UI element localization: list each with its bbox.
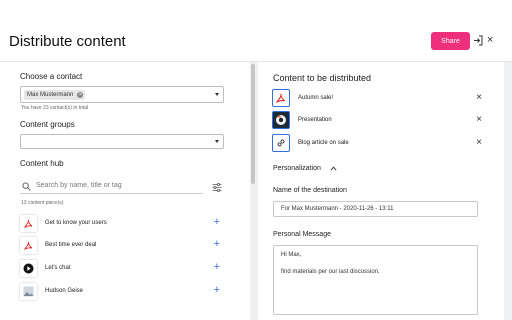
list-item-label: Blog article on sale xyxy=(298,140,349,146)
list-item-label: Get to know your users xyxy=(45,220,107,226)
header-bar: Distribute content Share × xyxy=(0,0,512,62)
chevron-down-icon xyxy=(215,92,219,96)
destination-value: For Max Mustermann - 2020-11-26 - 13:11 xyxy=(281,206,394,212)
content-count: 13 content piece(s) xyxy=(21,200,64,206)
contact-count: You have 23 contact(s) in total xyxy=(21,105,89,111)
filter-icon[interactable] xyxy=(212,183,222,192)
list-item[interactable]: Let's chat + xyxy=(20,260,226,280)
scrollbar-thumb[interactable] xyxy=(251,64,255,184)
list-item: Autumn sale! × xyxy=(272,89,482,109)
chevron-down-icon xyxy=(215,139,219,143)
list-item-label: Let's chat xyxy=(45,265,71,271)
video-icon xyxy=(20,260,37,277)
page-title: Distribute content xyxy=(9,33,126,50)
link-icon xyxy=(272,134,290,152)
message-line: Hi Max, xyxy=(281,252,302,258)
remove-icon[interactable]: × xyxy=(476,92,482,103)
remove-icon[interactable]: × xyxy=(476,114,482,125)
contact-chip-label: Max Mustermann xyxy=(27,92,74,98)
search-icon xyxy=(22,182,31,191)
personalization-label: Personalization xyxy=(273,165,321,172)
add-icon[interactable]: + xyxy=(214,261,220,273)
share-button[interactable]: Share xyxy=(431,32,470,50)
exit-icon[interactable] xyxy=(473,35,483,46)
destination-field[interactable]: For Max Mustermann - 2020-11-26 - 13:11 xyxy=(273,201,478,217)
contact-select[interactable]: Max Mustermann × xyxy=(20,86,224,103)
pdf-icon xyxy=(20,237,37,254)
list-item-label: Presentation xyxy=(298,117,332,123)
add-icon[interactable]: + xyxy=(214,238,220,250)
list-item-label: Autumn sale! xyxy=(298,95,334,101)
groups-select[interactable] xyxy=(20,134,224,149)
right-panel: Content to be distributed Autumn sale! ×… xyxy=(258,62,504,320)
remove-icon[interactable]: × xyxy=(476,137,482,148)
message-line: find materials per our last discussion. xyxy=(281,269,380,275)
image-icon xyxy=(20,283,37,300)
presentation-icon xyxy=(272,111,290,129)
groups-label: Content groups xyxy=(20,120,75,129)
list-item[interactable]: Best time ever deal + xyxy=(20,237,226,257)
search-field[interactable]: Search by name, title or tag xyxy=(20,181,203,194)
contact-label: Choose a contact xyxy=(20,72,83,81)
add-icon[interactable]: + xyxy=(214,284,220,296)
distributed-heading: Content to be distributed xyxy=(273,73,372,83)
search-input[interactable]: Search by name, title or tag xyxy=(36,182,122,189)
chip-remove-icon[interactable]: × xyxy=(77,92,84,98)
list-item-label: Best time ever deal xyxy=(45,242,97,248)
message-textarea[interactable]: Hi Max, find materials per our last disc… xyxy=(273,245,478,315)
list-item: Blog article on sale × xyxy=(272,134,482,154)
destination-label: Name of the destination xyxy=(273,187,347,194)
chevron-up-icon xyxy=(330,166,337,171)
contact-chip: Max Mustermann × xyxy=(24,90,86,100)
hub-label: Content hub xyxy=(20,159,64,168)
message-label: Personal Message xyxy=(273,231,331,238)
close-icon[interactable]: × xyxy=(487,34,493,46)
pdf-icon xyxy=(20,215,37,232)
list-item[interactable]: Get to know your users + xyxy=(20,215,226,235)
pdf-icon xyxy=(272,89,290,107)
list-item-label: Hudson Geise xyxy=(45,288,84,294)
list-item[interactable]: Hudson Geise + xyxy=(20,283,226,303)
list-item: Presentation × xyxy=(272,111,482,131)
add-icon[interactable]: + xyxy=(214,216,220,228)
